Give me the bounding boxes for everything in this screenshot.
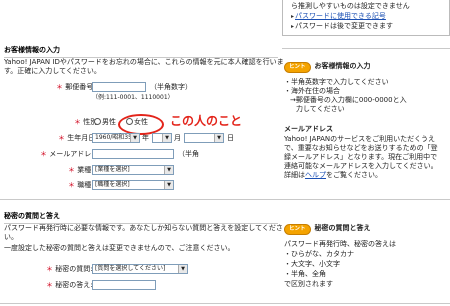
help-customer-line: 力してください [296,105,345,113]
year-unit: 年 [142,134,149,142]
help-secret-line: で区別されます [284,280,333,288]
help-secret-line: ・半角、全角 [284,270,326,278]
secret-intro-2: い。 [4,233,18,241]
required-mark: ＊ [58,134,65,142]
month-unit: 月 [174,134,181,142]
industry-select[interactable]: [業種を選択] ▼ [92,165,174,175]
help-divider [282,48,450,49]
help-customer-line: →郵便番号の入力欄に000-0000と入 [290,96,407,104]
password-symbols-link-row: ▸パスワードに使用できる記号 [291,12,386,21]
day-unit: 日 [227,134,234,142]
question-label: 秘密の質問: [55,265,93,273]
secret-answer-input[interactable] [92,280,156,290]
password-changeable-note: ▸パスワードは後で変更できます [291,22,394,30]
occupation-label-row: ＊ 職種: [68,181,94,190]
help-customer-line: ・半角英数字で入力してください [284,78,389,86]
chevron-down-icon: ▼ [130,134,139,142]
radio-male[interactable] [94,118,101,125]
chevron-down-icon: ▼ [214,134,223,142]
required-mark: ＊ [68,181,75,189]
answer-label-row: ＊ 秘密の答え: [46,281,93,290]
industry-label-row: ＊ 業種: [68,166,94,175]
postal-code-input[interactable] [92,82,146,92]
required-mark: ＊ [68,166,75,174]
chevron-down-icon: ▼ [164,166,173,174]
required-mark: ＊ [46,281,53,289]
birth-year-select[interactable]: 1960/昭和35 ▼ [92,133,140,143]
help-secret-title: 秘密の質問と答え [314,224,371,232]
red-circle-annotation [118,114,164,135]
customer-info-intro-1: Yahoo! JAPAN IDやパスワードをお忘れの場合に、これらの情報を元に本… [4,58,284,66]
required-mark: ＊ [56,83,63,91]
birth-month-select[interactable]: ▼ [152,133,172,143]
chevron-down-icon: ▼ [178,265,187,273]
help-mail-line-last: 詳細はヘルプをご覧ください。 [284,171,382,179]
postal-hint: （半角数字） [150,83,192,91]
help-customer-title: お客様情報の入力 [314,62,371,70]
email-suffix: （半角 [178,150,199,158]
question-label-row: ＊ 秘密の質問: [46,265,93,274]
email-input[interactable] [92,149,174,159]
required-mark: ＊ [46,265,53,273]
secret-heading: 秘密の質問と答え [4,212,278,224]
hint-badge: ヒント [284,224,311,235]
triangle-bullet-icon: ▸ [291,13,295,20]
secret-question-select[interactable]: [質問を選択してください] ▼ [92,264,188,274]
hint-badge: ヒント [284,62,311,73]
help-mail-line: で、重要なお知らせなどをお送りするための「登 [284,144,438,152]
triangle-bullet-icon: ▸ [291,23,295,30]
postal-label-row: ＊ 郵便番号: [56,83,96,92]
help-secret-header: ヒント 秘密の質問と答え [284,224,371,235]
required-mark: ＊ [40,150,47,158]
secret-intro-3: 一度設定した秘密の質問と答えは変更できませんので、ご注意ください。 [4,244,235,252]
birth-day-select[interactable]: ▼ [184,133,224,143]
annotation-text: この人のこと [170,114,243,128]
password-symbols-link[interactable]: パスワードに使用できる記号 [295,12,386,20]
help-customer-header: ヒント お客様情報の入力 [284,62,371,73]
customer-info-intro-2: す。正確に入力してください。 [4,67,101,75]
postal-example: （例:111-0001、1110001） [92,94,174,101]
answer-label: 秘密の答え: [55,281,93,289]
help-secret-line: ・大文字、小文字 [284,260,340,268]
help-mail-line: Yahoo! JAPANのサービスをご利用いただくうえ [284,135,436,143]
help-mail-line: 連絡可能なメールアドレスを入力してください。 [284,162,438,170]
section-divider [0,199,450,200]
help-link[interactable]: ヘルプ [305,171,326,179]
password-help-box: ら推測しやすいものは設定できません ▸パスワードに使用できる記号 ▸パスワードは… [282,0,450,36]
help-secret-line: ・ひらがな、カタカナ [284,250,354,258]
gender-male-option[interactable]: 男性 [94,118,116,127]
help-mail-title: メールアドレス [284,125,333,133]
occupation-select[interactable]: [職種を選択] ▼ [92,180,174,190]
password-help-line: ら推測しやすいものは設定できません [291,2,410,10]
chevron-down-icon: ▼ [164,181,173,189]
help-secret-line: パスワード再発行時、秘密の答えは [284,240,396,248]
chevron-down-icon: ▼ [162,134,171,142]
secret-intro-1: パスワード再発行時に必要な情報です。あなたしか知らない質問と答えを設定してくださ [4,224,283,232]
gender-male-label: 男性 [102,118,116,126]
customer-info-heading: お客様情報の入力 [4,46,278,58]
required-mark: ＊ [74,118,81,126]
help-customer-line: ・海外在住の場合 [284,87,340,95]
help-mail-line: 録メールアドレス」となります。現在ご利用中で [284,153,438,161]
bottom-divider [0,303,450,304]
